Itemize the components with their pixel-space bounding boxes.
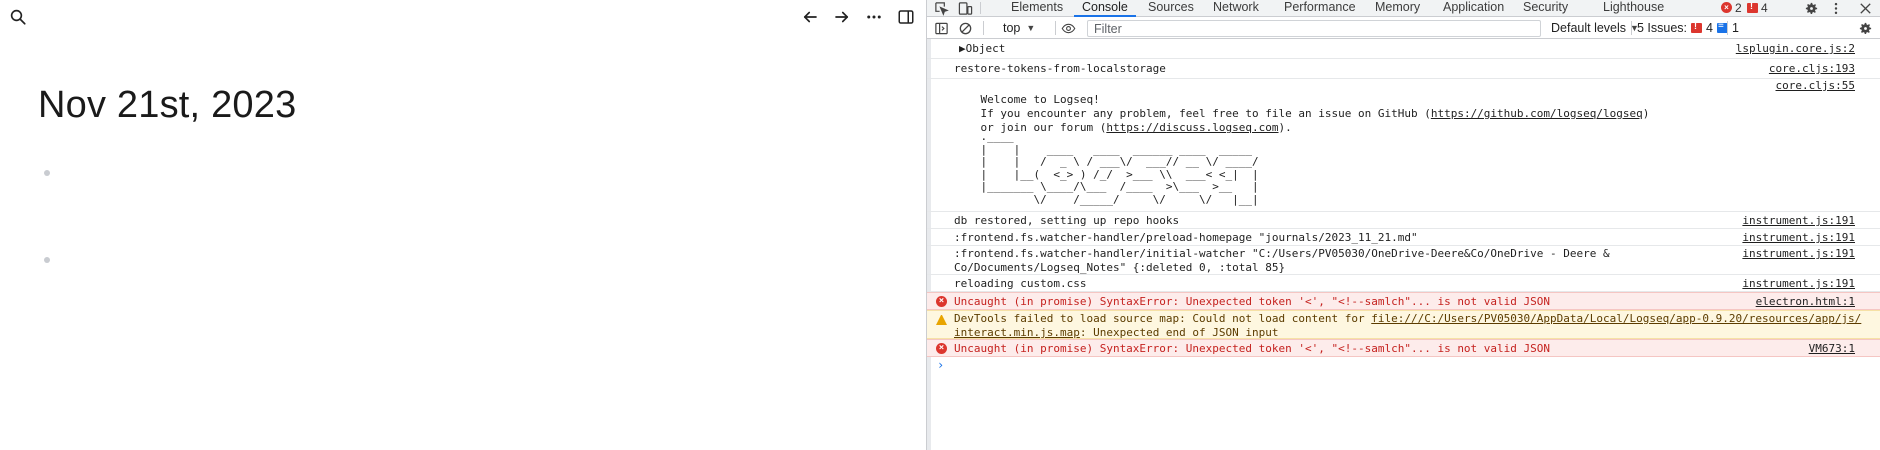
- warning-count: 4: [1761, 0, 1768, 15]
- console-message-welcome: core.cljs:55 Welcome to Logseq! If you e…: [927, 79, 1880, 212]
- message-source-link[interactable]: instrument.js:191: [1742, 277, 1855, 291]
- toggle-sidebar-icon[interactable]: [896, 7, 916, 27]
- console-message: :frontend.fs.watcher-handler/preload-hom…: [927, 229, 1880, 246]
- logseq-ascii-art: .____ | | ____ ____ ______ ____ _____ | …: [980, 130, 1259, 206]
- tab-security[interactable]: Security: [1521, 0, 1570, 16]
- tab-separator: [980, 2, 981, 14]
- error-icon: ×: [936, 343, 947, 354]
- console-error-message[interactable]: × Uncaught (in promise) SyntaxError: Une…: [927, 339, 1880, 357]
- message-source-link[interactable]: instrument.js:191: [1742, 231, 1855, 245]
- console-message: restore-tokens-from-localstorage core.cl…: [927, 59, 1880, 79]
- console-toolbar: top ▼ Default levels ▼ 5 Issues: 4 1: [927, 17, 1880, 39]
- warning-text-part: : Unexpected end of JSON input: [1079, 326, 1279, 339]
- more-horizontal-icon[interactable]: [864, 7, 884, 27]
- message-source-link[interactable]: core.cljs:193: [1769, 62, 1855, 76]
- search-icon[interactable]: [8, 7, 28, 27]
- toolbar-separator: [983, 21, 984, 35]
- tab-application[interactable]: Application: [1441, 0, 1506, 16]
- message-source-link[interactable]: instrument.js:191: [1742, 247, 1855, 261]
- message-text[interactable]: ▶Object: [959, 42, 1005, 56]
- source-map-file-link[interactable]: interact.min.js.map: [954, 326, 1080, 339]
- message-source-link[interactable]: electron.html:1: [1756, 295, 1855, 309]
- clear-console-icon[interactable]: [957, 20, 973, 36]
- message-text: db restored, setting up repo hooks: [954, 214, 1180, 227]
- block-bullet[interactable]: [44, 170, 50, 176]
- error-text: Uncaught (in promise) SyntaxError: Unexp…: [954, 342, 1551, 355]
- warning-text-part: DevTools failed to load source map: Coul…: [954, 312, 1372, 325]
- toolbar-separator: [1727, 21, 1728, 35]
- tab-console[interactable]: Console: [1074, 0, 1136, 17]
- tab-elements[interactable]: Elements: [1009, 0, 1065, 16]
- dropdown-triangle-icon: ▼: [1026, 23, 1036, 33]
- warning-count-badge[interactable]: 4: [1747, 0, 1768, 15]
- error-icon: ×: [936, 296, 947, 307]
- log-levels-value: Default levels: [1551, 21, 1627, 35]
- block-bullet[interactable]: [44, 257, 50, 263]
- console-settings-gear-icon[interactable]: [1857, 20, 1873, 36]
- settings-gear-icon[interactable]: [1803, 0, 1819, 16]
- message-source-link[interactable]: core.cljs:55: [1776, 79, 1855, 93]
- console-message: :frontend.fs.watcher-handler/initial-wat…: [927, 246, 1880, 275]
- error-count-badge[interactable]: × 2: [1721, 0, 1742, 15]
- welcome-text-3: ).: [1278, 121, 1292, 134]
- devtools-tabbar: Elements Console Sources Network Perform…: [927, 0, 1880, 17]
- error-icon: ×: [1721, 2, 1732, 13]
- message-text: Welcome to Logseq! If you encounter any …: [954, 93, 1649, 135]
- message-source-link[interactable]: instrument.js:191: [1742, 214, 1855, 228]
- issues-label: 5 Issues:: [1637, 21, 1688, 35]
- error-count: 2: [1735, 0, 1742, 15]
- live-expression-eye-icon[interactable]: [1059, 20, 1077, 36]
- issues-info-count: 1: [1731, 21, 1739, 35]
- arrow-right-icon[interactable]: [832, 7, 852, 27]
- filter-input[interactable]: [1087, 20, 1541, 37]
- page-title[interactable]: Nov 21st, 2023: [38, 84, 296, 127]
- inspect-element-icon[interactable]: [933, 0, 949, 16]
- more-vertical-icon[interactable]: [1829, 0, 1843, 16]
- source-map-link[interactable]: file:///C:/Users/PV05030/AppData/Local/L…: [1371, 312, 1861, 325]
- message-text: reloading custom.css: [954, 277, 1087, 290]
- issues-error-count: 4: [1706, 21, 1713, 35]
- message-text: restore-tokens-from-localstorage: [954, 62, 1166, 75]
- close-icon[interactable]: [1857, 0, 1873, 16]
- devtools-panel: Elements Console Sources Network Perform…: [926, 0, 1880, 450]
- console-message: db restored, setting up repo hooks instr…: [927, 212, 1880, 229]
- github-link[interactable]: https://github.com/logseq/logseq: [1431, 107, 1643, 120]
- error-text: Uncaught (in promise) SyntaxError: Unexp…: [954, 295, 1551, 308]
- console-messages: ▶Object lsplugin.core.js:2 restore-token…: [927, 39, 1880, 450]
- welcome-text: Welcome to Logseq! If you encounter any …: [980, 93, 1431, 120]
- warning-text: DevTools failed to load source map: Coul…: [954, 312, 1861, 340]
- issue-error-icon: [1691, 21, 1703, 33]
- message-text: :frontend.fs.watcher-handler/preload-hom…: [954, 231, 1418, 244]
- issue-flag-icon: [1747, 1, 1758, 13]
- arrow-left-icon[interactable]: [800, 7, 820, 27]
- message-source-link[interactable]: lsplugin.core.js:2: [1736, 42, 1855, 56]
- logseq-app: Nov 21st, 2023: [0, 0, 926, 450]
- issues-button[interactable]: 5 Issues: 4 1: [1637, 20, 1739, 36]
- tab-memory[interactable]: Memory: [1373, 0, 1422, 16]
- app-topbar: [0, 0, 926, 36]
- console-prompt[interactable]: ›: [937, 358, 944, 372]
- device-toolbar-icon[interactable]: [957, 0, 973, 16]
- tab-sources[interactable]: Sources: [1146, 0, 1196, 16]
- warning-icon: [936, 314, 947, 325]
- toolbar-separator: [1631, 21, 1632, 35]
- tab-network[interactable]: Network: [1211, 0, 1261, 16]
- show-sidebar-icon[interactable]: [933, 20, 949, 36]
- context-selector[interactable]: top ▼: [1003, 20, 1035, 36]
- console-message[interactable]: ▶Object lsplugin.core.js:2: [927, 39, 1880, 59]
- log-levels-dropdown[interactable]: Default levels ▼: [1551, 20, 1639, 36]
- tab-performance[interactable]: Performance: [1282, 0, 1358, 16]
- message-source-link[interactable]: VM673:1: [1809, 342, 1855, 356]
- message-text: :frontend.fs.watcher-handler/initial-wat…: [954, 247, 1610, 274]
- tab-lighthouse[interactable]: Lighthouse: [1601, 0, 1666, 16]
- console-message: reloading custom.css instrument.js:191: [927, 275, 1880, 292]
- context-value: top: [1003, 21, 1021, 35]
- toolbar-separator: [1055, 21, 1056, 35]
- console-error-message[interactable]: × Uncaught (in promise) SyntaxError: Une…: [927, 292, 1880, 310]
- console-warning-message[interactable]: DevTools failed to load source map: Coul…: [927, 310, 1880, 339]
